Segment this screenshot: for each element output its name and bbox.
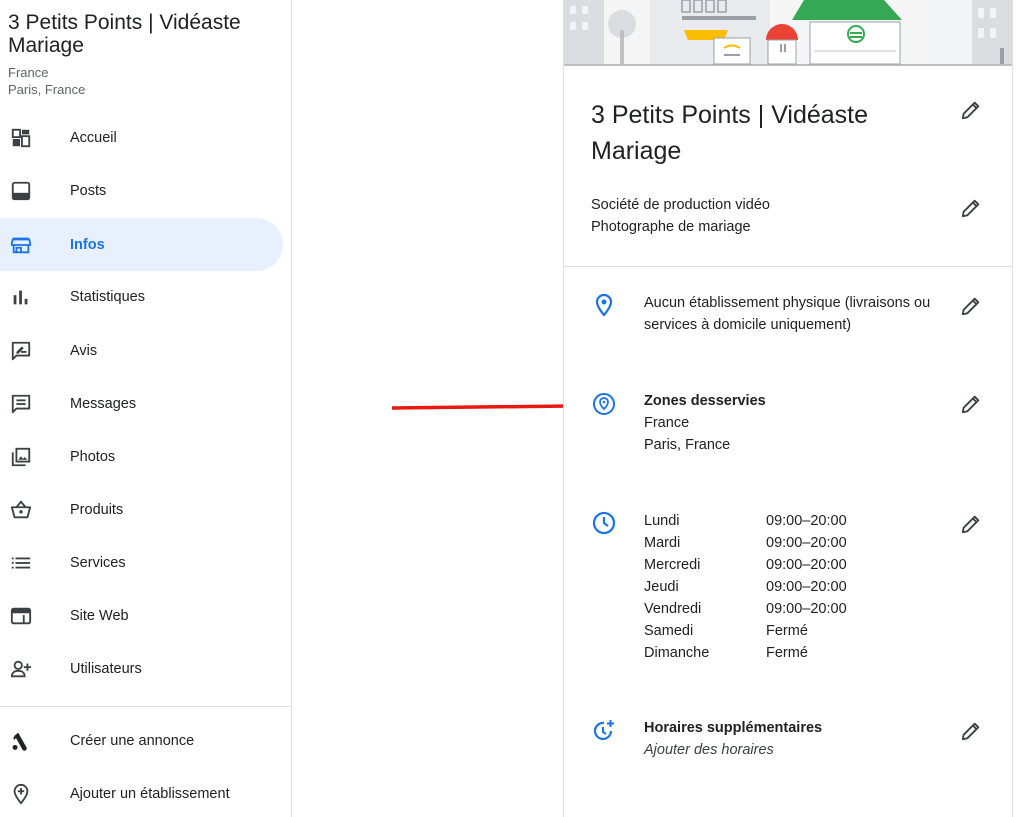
add-location-icon [13, 783, 29, 805]
hours-row: Vendredi 09:00–20:00 [644, 598, 847, 620]
hours-day: Mercredi [644, 557, 701, 573]
business-country: France [8, 65, 49, 80]
bar-chart-icon [13, 290, 28, 304]
primary-category: Société de production vidéo [591, 197, 770, 213]
opening-hours: Lundi 09:00–20:00 Mardi 09:00–20:00 Mercre… [644, 510, 847, 664]
rate-review-icon [11, 341, 31, 360]
edit-address-pencil-icon[interactable] [960, 295, 982, 317]
sidebar-item-utilisateurs[interactable]: Utilisateurs [0, 642, 283, 695]
hours-day: Vendredi [644, 601, 702, 617]
sidebar-item-posts[interactable]: Posts [0, 164, 283, 217]
service-area-icon [593, 393, 615, 415]
hours-day: Samedi [644, 623, 694, 639]
sidebar-item-label: Messages [70, 395, 137, 412]
hours-time: 09:00–20:00 [766, 601, 847, 617]
hours-time: 09:00–20:00 [766, 557, 847, 573]
sidebar-item-accueil[interactable]: Accueil [0, 111, 283, 164]
hours-time: Fermé [766, 645, 808, 661]
business-city: Paris, France [8, 82, 86, 97]
hours-row: Jeudi 09:00–20:00 [644, 576, 847, 598]
secondary-category: Photographe de mariage [591, 219, 751, 235]
sidebar-item-label: Ajouter un établissement [70, 785, 230, 802]
clock-icon [592, 511, 616, 535]
sidebar-item-ajouter-etablissement[interactable]: Ajouter un établissement [0, 767, 283, 817]
edit-service-area-pencil-icon[interactable] [960, 393, 982, 415]
person-add-icon [10, 660, 32, 677]
hours-row: Dimanche Fermé [644, 642, 847, 664]
sidebar-item-produits[interactable]: Produits [0, 483, 283, 536]
message-icon [11, 394, 31, 413]
add-hours-link[interactable]: Ajouter des horaires [644, 739, 822, 761]
business-categories: Société de production vidéo Photographe … [591, 194, 770, 238]
business-title: 3 Petits Points | Vidéaste Mariage [591, 101, 869, 165]
sidebar-item-label: Services [70, 554, 126, 571]
service-area-item: France [644, 415, 690, 431]
sidebar: 3 Petits Points | Vidéaste Mariage Franc… [0, 0, 292, 817]
sidebar-item-avis[interactable]: Avis [0, 324, 283, 377]
section-divider [564, 266, 1012, 267]
hours-day: Jeudi [644, 579, 679, 595]
hours-row: Samedi Fermé [644, 620, 847, 642]
business-name: 3 Petits Points | Vidéaste Mariage [8, 11, 241, 57]
sidebar-item-label: Infos [70, 236, 105, 253]
extra-hours-heading: Horaires supplémentaires [644, 720, 823, 736]
edit-categories-pencil-icon[interactable] [960, 197, 982, 219]
sidebar-item-label: Site Web [70, 607, 129, 624]
list-icon [11, 557, 31, 568]
storefront-illustration [564, 0, 1012, 66]
sidebar-item-label: Avis [70, 342, 98, 359]
sidebar-item-site-web[interactable]: Site Web [0, 589, 283, 642]
sidebar-divider [0, 706, 292, 707]
sidebar-item-label: Accueil [70, 129, 117, 146]
sidebar-item-messages[interactable]: Messages [0, 377, 283, 430]
edit-extra-hours-pencil-icon[interactable] [960, 720, 982, 742]
hours-day: Lundi [644, 513, 680, 529]
hours-row: Lundi 09:00–20:00 [644, 510, 847, 532]
sidebar-item-label: Créer une annonce [70, 732, 195, 749]
hours-time: 09:00–20:00 [766, 535, 847, 551]
sidebar-item-label: Utilisateurs [70, 660, 142, 677]
edit-hours-pencil-icon[interactable] [960, 513, 982, 535]
photo-library-icon [11, 447, 31, 466]
hours-row: Mardi 09:00–20:00 [644, 532, 847, 554]
sidebar-item-label: Produits [70, 501, 124, 518]
hours-time: Fermé [766, 623, 808, 639]
red-arrow-annotation [391, 396, 588, 417]
info-panel: 3 Petits Points | Vidéaste Mariage Socié… [563, 0, 1013, 817]
sidebar-item-infos[interactable]: Infos [0, 218, 283, 271]
hours-day: Dimanche [644, 645, 710, 661]
extra-hours-block: Horaires supplémentaires Ajouter des hor… [644, 717, 822, 761]
service-area-item: Paris, France [644, 437, 731, 453]
sidebar-item-label: Posts [70, 182, 107, 199]
sidebar-item-label: Photos [70, 448, 116, 465]
edit-title-pencil-icon[interactable] [960, 99, 982, 121]
sidebar-item-services[interactable]: Services [0, 536, 283, 589]
web-icon [10, 607, 32, 624]
service-area-block: Zones desservies France Paris, France [644, 390, 766, 456]
posts-icon [11, 181, 31, 200]
service-area-heading: Zones desservies [644, 393, 766, 409]
sidebar-item-statistiques[interactable]: Statistiques [0, 270, 283, 323]
storefront-icon [10, 237, 32, 253]
sidebar-item-label: Statistiques [70, 288, 145, 305]
dashboard-icon [11, 128, 31, 147]
location-pin-icon [595, 293, 613, 317]
sidebar-item-photos[interactable]: Photos [0, 430, 283, 483]
address-text: Aucun établissement physique (livraisons… [644, 295, 931, 333]
clock-add-icon [593, 720, 614, 740]
basket-icon [10, 499, 32, 518]
hours-day: Mardi [644, 535, 681, 551]
sidebar-item-creer-annonce[interactable]: Créer une annonce [0, 714, 283, 767]
hours-row: Mercredi 09:00–20:00 [644, 554, 847, 576]
google-ads-icon [12, 732, 27, 751]
hours-time: 09:00–20:00 [766, 579, 847, 595]
hours-time: 09:00–20:00 [766, 513, 847, 529]
